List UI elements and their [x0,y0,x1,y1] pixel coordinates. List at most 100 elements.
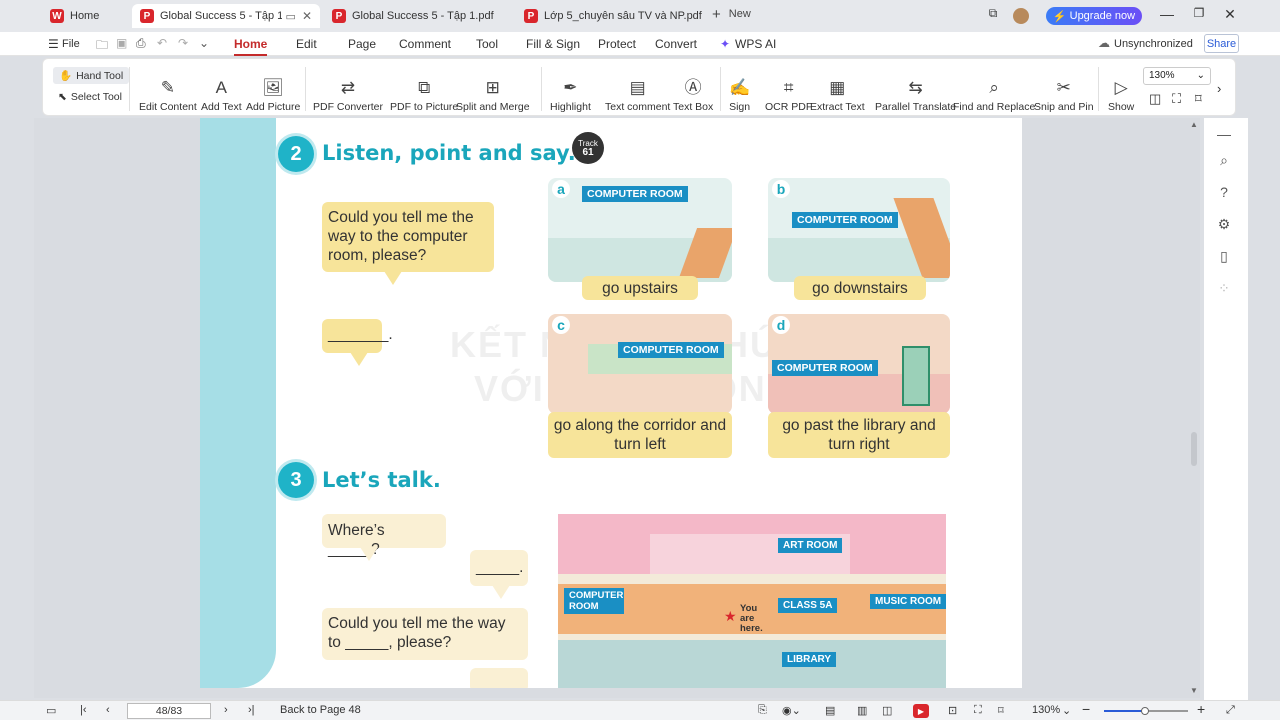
menu-fill-sign[interactable]: Fill & Sign [526,37,580,51]
export-icon[interactable]: ⎘ [758,704,767,717]
scroll-up-icon[interactable]: ▲ [1190,120,1198,129]
single-page-icon[interactable]: ▤ [825,704,835,717]
bubble-tail [492,585,510,599]
text-comment-button[interactable]: ▤ Text comment [605,65,670,114]
sidebar-toggle-icon[interactable]: ▭ [46,704,56,717]
help-icon[interactable]: ? [1213,184,1235,200]
bubble-tail [360,547,378,561]
eye-icon[interactable]: ◉⌄ [782,704,801,717]
menu-wps-ai[interactable]: WPS AI [735,37,776,51]
tab-home[interactable]: W Home [42,4,128,28]
book-icon[interactable]: ▯ [1213,248,1235,265]
last-page-icon[interactable]: ›| [248,704,255,716]
next-page-icon[interactable]: › [224,704,228,716]
menu-protect[interactable]: Protect [598,37,636,51]
play-slideshow-icon[interactable]: ▶ [913,704,929,718]
apps-grid-icon[interactable]: ⁘ [1213,280,1235,297]
fullscreen-icon[interactable]: ⛶ [974,704,982,717]
upgrade-button[interactable]: ⚡ Upgrade now [1046,7,1142,25]
search-icon[interactable]: ⌕ [1213,152,1235,169]
fit-icon[interactable]: ⊡ [948,704,957,717]
undo-icon[interactable]: ↶ [157,36,167,50]
parallel-translate-button[interactable]: ⇆ Parallel Translate [875,65,956,114]
add-picture-button[interactable]: 🖼 Add Picture [246,65,300,114]
close-tab-icon[interactable]: ✕ [296,9,312,23]
pdf-to-picture-button[interactable]: ⧉ PDF to Picture [390,65,458,114]
menu-page[interactable]: Page [348,37,376,51]
picture-letter: b [772,180,790,198]
hamburger-icon[interactable]: ☰ [48,37,59,51]
chevron-right-icon[interactable]: › [1217,81,1221,96]
crop-icon[interactable]: ⌑ [998,704,1004,717]
new-tab-button[interactable]: + New [712,6,751,23]
avatar[interactable] [1013,8,1029,24]
tab-document[interactable]: P Lớp 5_chuyên sâu TV và NP.pdf [516,4,704,28]
find-replace-button[interactable]: ⌕ Find and Replace [953,65,1035,114]
zoom-in-icon[interactable]: + [1197,701,1205,717]
fit-screen-icon[interactable]: ⤢ [1226,704,1235,717]
continuous-icon[interactable]: ▥ [857,704,867,717]
text-box-button[interactable]: Ⓐ Text Box [673,65,713,114]
print-icon[interactable]: ⎙ [136,36,146,51]
close-window-icon[interactable]: ✕ [1221,6,1239,23]
room-sign: CLASS 5A [778,598,838,613]
add-text-button[interactable]: A Add Text [201,65,242,114]
extract-text-button[interactable]: ▦ Extract Text [810,65,865,114]
room-sign: ART ROOM [778,538,843,553]
page-number-input[interactable]: 48/83 [127,703,211,719]
picture-caption: go along the corridor and turn left [548,412,732,458]
picture-c: COMPUTER ROOM c [548,314,732,414]
divider [720,67,721,111]
collapse-icon[interactable]: — [1213,126,1235,142]
menu-home[interactable]: Home [234,37,268,56]
select-tool-button[interactable]: ⬉ Select Tool [58,91,122,103]
chevron-down-icon[interactable]: ⌄ [199,36,209,50]
snip-pin-button[interactable]: ✂ Snip and Pin [1034,65,1094,114]
button-label: Add Text [201,101,242,113]
zoom-out-icon[interactable]: − [1082,701,1090,717]
edit-content-button[interactable]: ✎ Edit Content [139,65,197,114]
sync-status[interactable]: Unsynchronized [1114,38,1193,50]
tab-label: Global Success 5 - Tập 1 - Sách [160,10,282,22]
menu-comment[interactable]: Comment [399,37,451,51]
open-folder-icon[interactable]: 🗀 [96,36,108,57]
redo-icon[interactable]: ↷ [178,36,188,50]
highlight-button[interactable]: ✒ Highlight [550,65,591,114]
tab-document[interactable]: P Global Success 5 - Tập 1.pdf [324,4,512,28]
plus-icon: + [712,6,721,23]
zoom-slider-handle[interactable] [1141,707,1149,715]
chevron-down-icon[interactable]: ⌄ [1062,704,1071,717]
window-mode-icon[interactable]: ⧉ [984,6,1002,21]
fit-width-icon[interactable]: ◫ [1149,91,1161,107]
ocr-pdf-button[interactable]: ⌗ OCR PDF [765,65,812,114]
prev-page-icon[interactable]: ‹ [106,704,110,716]
two-page-icon[interactable]: ◫ [882,704,892,717]
fit-page-icon[interactable]: ⛶ [1172,91,1181,107]
scroll-thumb[interactable] [1191,432,1197,466]
monitor-icon[interactable]: ▭ [286,10,296,23]
highlighter-icon: ✒ [563,78,578,97]
pdf-icon: P [332,9,346,23]
first-page-icon[interactable]: |‹ [80,704,87,716]
tab-document-active[interactable]: P Global Success 5 - Tập 1 - Sách ▭ ✕ [132,4,320,28]
settings-sliders-icon[interactable]: ⚙ [1213,216,1235,233]
crop-icon[interactable]: ⌑ [1195,91,1202,107]
zoom-select[interactable]: 130% ⌄ [1143,67,1211,85]
zoom-level[interactable]: 130% [1032,704,1060,716]
menu-convert[interactable]: Convert [655,37,697,51]
split-merge-button[interactable]: ⊞ Split and Merge [456,65,530,114]
show-button[interactable]: ▷ Show [1108,65,1134,114]
back-to-page-link[interactable]: Back to Page 48 [280,704,361,716]
share-button[interactable]: Share [1204,34,1239,53]
minimize-icon[interactable]: — [1158,6,1176,22]
restore-icon[interactable]: ❐ [1190,6,1208,20]
scroll-down-icon[interactable]: ▼ [1190,686,1198,695]
menu-edit[interactable]: Edit [296,37,317,51]
menu-tool[interactable]: Tool [476,37,498,51]
hand-tool-button[interactable]: ✋ Hand Tool [53,67,130,84]
vertical-scrollbar[interactable]: ▲ ▼ [1188,118,1200,698]
sign-button[interactable]: ✍ Sign [729,65,750,114]
menu-file[interactable]: File [62,38,80,50]
save-icon[interactable]: ▣ [116,36,127,50]
pdf-converter-button[interactable]: ⇄ PDF Converter [313,65,383,114]
